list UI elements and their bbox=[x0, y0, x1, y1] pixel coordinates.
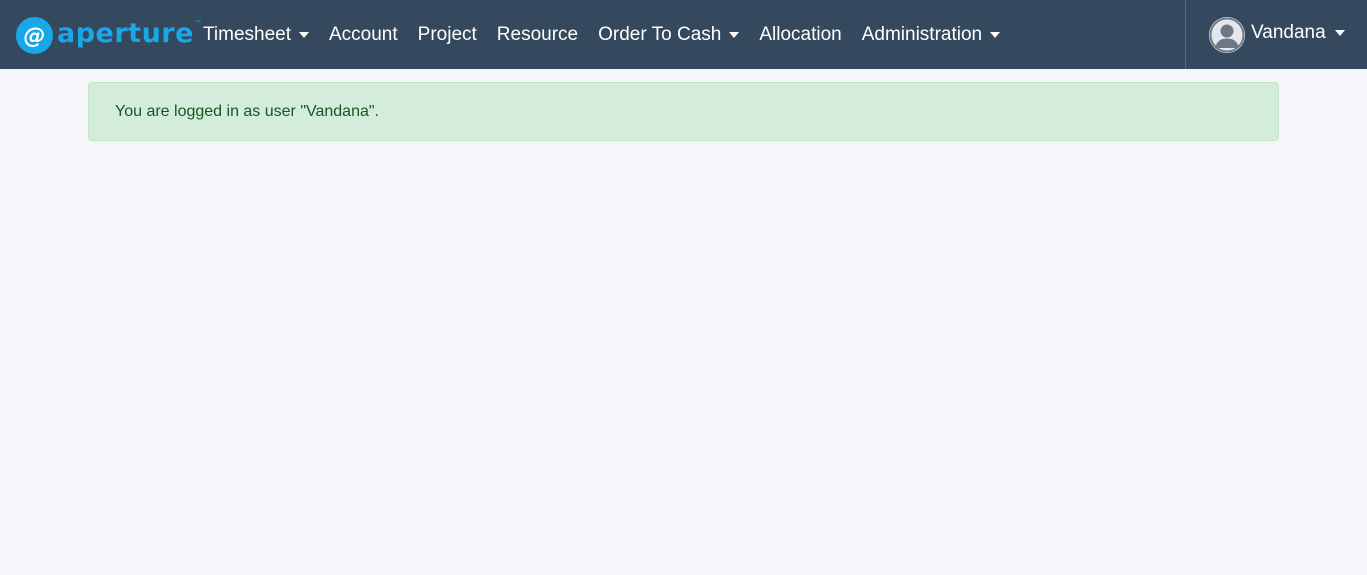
user-menu[interactable]: Vandana bbox=[1185, 0, 1367, 69]
nav-item-order-to-cash[interactable]: Order To Cash bbox=[588, 15, 749, 55]
nav-item-label: Allocation bbox=[759, 23, 842, 45]
alert-message: You are logged in as user "Vandana". bbox=[115, 102, 379, 120]
at-sign-icon: @ bbox=[16, 16, 53, 54]
brand-name: aperture bbox=[57, 17, 194, 49]
user-name: Vandana bbox=[1251, 22, 1326, 43]
caret-down-icon bbox=[299, 31, 309, 38]
nav-item-label: Timesheet bbox=[203, 23, 291, 45]
brand-mark-glyph: @ bbox=[24, 24, 46, 49]
main-nav: Timesheet Account Project Resource Order… bbox=[193, 0, 1010, 69]
nav-item-label: Project bbox=[417, 23, 477, 45]
nav-item-project[interactable]: Project bbox=[408, 15, 487, 55]
nav-item-label: Administration bbox=[861, 23, 983, 45]
nav-item-account[interactable]: Account bbox=[319, 15, 408, 55]
caret-down-icon bbox=[990, 31, 1001, 38]
nav-item-label: Order To Cash bbox=[598, 23, 722, 45]
nav-item-timesheet[interactable]: Timesheet bbox=[193, 15, 319, 55]
user-avatar-icon bbox=[1209, 17, 1245, 53]
nav-item-label: Account bbox=[329, 23, 398, 45]
nav-item-label: Resource bbox=[496, 23, 579, 45]
top-navbar: @ aperture ™ Timesheet Account Project R… bbox=[0, 0, 1367, 69]
nav-item-administration[interactable]: Administration bbox=[852, 15, 1010, 55]
caret-down-icon bbox=[1334, 29, 1345, 36]
nav-item-allocation[interactable]: Allocation bbox=[749, 15, 851, 55]
brand-logo[interactable]: @ aperture ™ bbox=[16, 15, 201, 55]
caret-down-icon bbox=[729, 31, 740, 38]
nav-item-resource[interactable]: Resource bbox=[487, 15, 588, 55]
login-success-alert: You are logged in as user "Vandana". bbox=[88, 82, 1279, 141]
